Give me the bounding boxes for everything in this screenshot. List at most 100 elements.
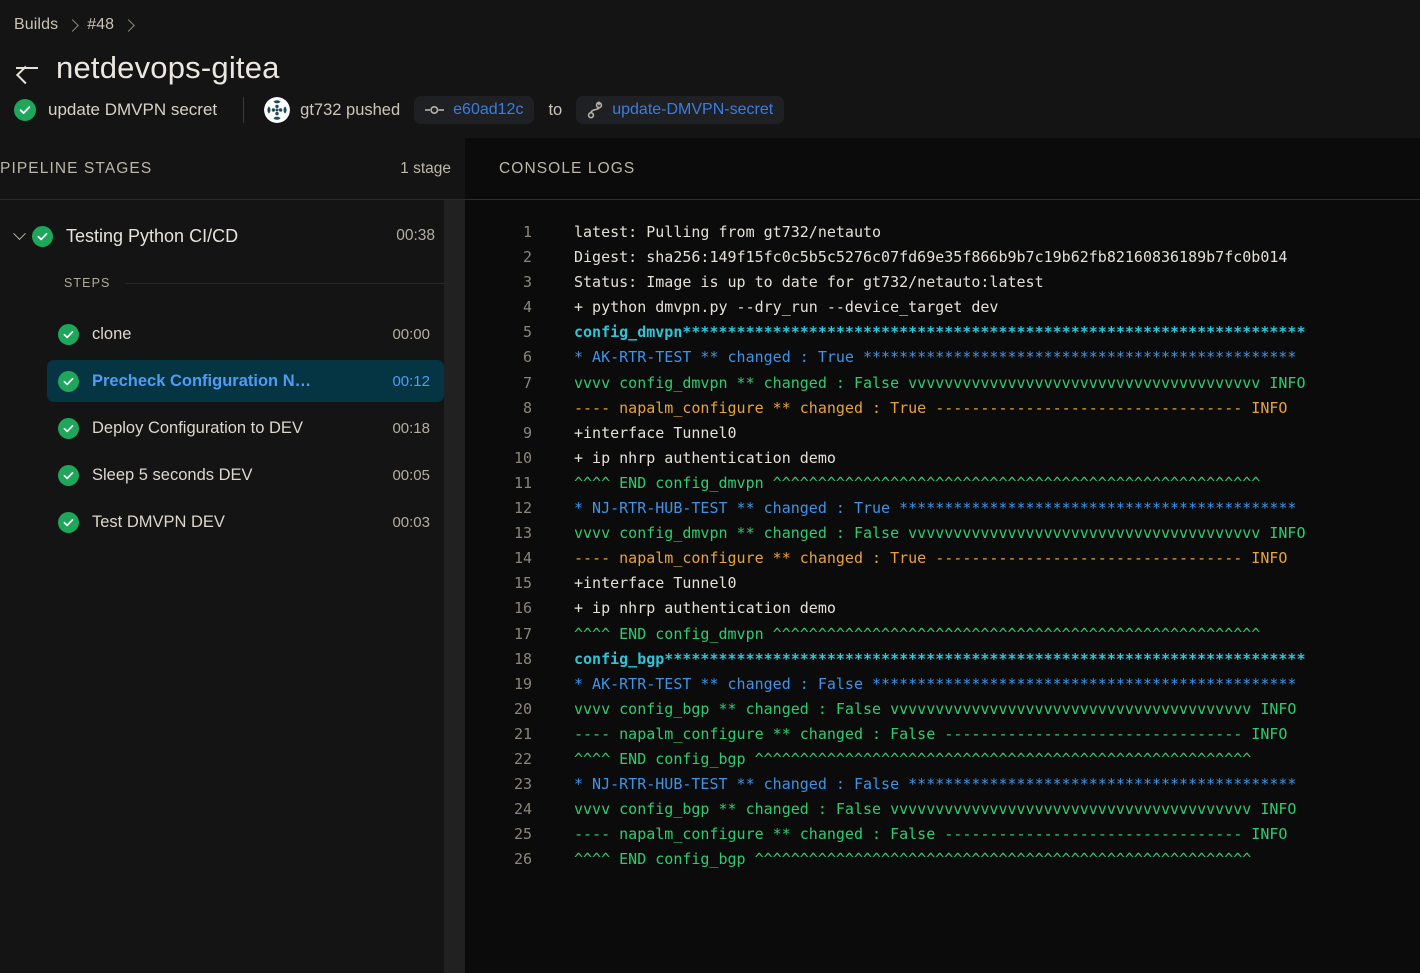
chevron-right-icon bbox=[68, 21, 77, 30]
console-line-number: 14 bbox=[465, 546, 550, 571]
console-logs-title: CONSOLE LOGS bbox=[499, 160, 635, 178]
stage-name: Testing Python CI/CD bbox=[66, 226, 396, 247]
step-row[interactable]: clone00:00 bbox=[47, 313, 444, 355]
console-line-text: * AK-RTR-TEST ** changed : False *******… bbox=[550, 672, 1420, 697]
steps-section-label: STEPS bbox=[0, 266, 465, 300]
console-log-line: 9+interface Tunnel0 bbox=[465, 421, 1420, 446]
commit-hash: e60ad12c bbox=[453, 101, 523, 119]
step-duration: 00:12 bbox=[392, 373, 430, 390]
build-status-success-icon bbox=[14, 99, 36, 121]
branch-name: update-DMVPN-secret bbox=[612, 101, 773, 119]
console-line-number: 26 bbox=[465, 847, 550, 872]
console-log-line: 19* AK-RTR-TEST ** changed : False *****… bbox=[465, 672, 1420, 697]
stage-row[interactable]: Testing Python CI/CD 00:38 bbox=[0, 212, 465, 260]
console-log-line: 2Digest: sha256:149f15fc0c5b5c5276c07fd6… bbox=[465, 245, 1420, 270]
console-log-line: 11^^^^ END config_dmvpn ^^^^^^^^^^^^^^^^… bbox=[465, 471, 1420, 496]
console-line-text: config_dmvpn****************************… bbox=[550, 320, 1420, 345]
step-list: clone00:00 Precheck Configuration N…00:12… bbox=[0, 300, 465, 543]
console-line-text: latest: Pulling from gt732/netauto bbox=[550, 220, 1420, 245]
console-line-text: vvvv config_dmvpn ** changed : False vvv… bbox=[550, 371, 1420, 396]
console-log-line: 5config_dmvpn***************************… bbox=[465, 320, 1420, 345]
commit-message: update DMVPN secret bbox=[48, 100, 217, 120]
console-log-line: 20vvvv config_bgp ** changed : False vvv… bbox=[465, 697, 1420, 722]
main-body: PIPELINE STAGES 1 stage Testing Python C… bbox=[0, 138, 1420, 973]
console-line-text: ---- napalm_configure ** changed : True … bbox=[550, 546, 1420, 571]
console-line-text: vvvv config_bgp ** changed : False vvvvv… bbox=[550, 797, 1420, 822]
console-line-number: 23 bbox=[465, 772, 550, 797]
steps-divider bbox=[125, 283, 452, 284]
console-line-text: ---- napalm_configure ** changed : False… bbox=[550, 722, 1420, 747]
console-line-text: * AK-RTR-TEST ** changed : True ********… bbox=[550, 345, 1420, 370]
stage-duration: 00:38 bbox=[396, 227, 435, 245]
console-log-line: 4+ python dmvpn.py --dry_run --device_ta… bbox=[465, 295, 1420, 320]
console-line-text: config_bgp******************************… bbox=[550, 647, 1420, 672]
console-log-output[interactable]: 1latest: Pulling from gt732/netauto2Dige… bbox=[465, 200, 1420, 973]
console-line-text: * NJ-RTR-HUB-TEST ** changed : True ****… bbox=[550, 496, 1420, 521]
console-log-line: 22^^^^ END config_bgp ^^^^^^^^^^^^^^^^^^… bbox=[465, 747, 1420, 772]
build-page: Builds #48 netdevops-gitea update DMVPN … bbox=[0, 0, 1420, 973]
console-logs-panel: CONSOLE LOGS 1latest: Pulling from gt732… bbox=[465, 138, 1420, 973]
console-line-text: +interface Tunnel0 bbox=[550, 571, 1420, 596]
console-log-line: 17^^^^ END config_dmvpn ^^^^^^^^^^^^^^^^… bbox=[465, 622, 1420, 647]
console-line-number: 4 bbox=[465, 295, 550, 320]
console-line-number: 3 bbox=[465, 270, 550, 295]
console-log-line: 1latest: Pulling from gt732/netauto bbox=[465, 220, 1420, 245]
console-line-text: ^^^^ END config_bgp ^^^^^^^^^^^^^^^^^^^^… bbox=[550, 747, 1420, 772]
console-log-line: 13vvvv config_dmvpn ** changed : False v… bbox=[465, 521, 1420, 546]
pusher-name: gt732 pushed bbox=[300, 101, 400, 120]
console-log-line: 7vvvv config_dmvpn ** changed : False vv… bbox=[465, 371, 1420, 396]
console-log-line: 16+ ip nhrp authentication demo bbox=[465, 596, 1420, 621]
console-line-number: 19 bbox=[465, 672, 550, 697]
console-line-number: 6 bbox=[465, 345, 550, 370]
back-arrow-icon[interactable] bbox=[14, 55, 40, 81]
step-name: Test DMVPN DEV bbox=[92, 513, 392, 532]
step-status-success-icon bbox=[58, 418, 79, 439]
step-row[interactable]: Deploy Configuration to DEV00:18 bbox=[47, 407, 444, 449]
console-line-number: 25 bbox=[465, 822, 550, 847]
step-status-success-icon bbox=[58, 512, 79, 533]
console-line-text: ^^^^ END config_bgp ^^^^^^^^^^^^^^^^^^^^… bbox=[550, 847, 1420, 872]
console-line-number: 8 bbox=[465, 396, 550, 421]
step-row[interactable]: Sleep 5 seconds DEV00:05 bbox=[47, 454, 444, 496]
breadcrumb-item-builds[interactable]: Builds bbox=[14, 16, 58, 34]
to-label: to bbox=[548, 101, 562, 120]
chevron-down-icon[interactable] bbox=[6, 232, 32, 241]
console-line-text: + ip nhrp authentication demo bbox=[550, 446, 1420, 471]
console-line-text: ^^^^ END config_dmvpn ^^^^^^^^^^^^^^^^^^… bbox=[550, 471, 1420, 496]
console-log-line: 25---- napalm_configure ** changed : Fal… bbox=[465, 822, 1420, 847]
step-status-success-icon bbox=[58, 371, 79, 392]
step-row[interactable]: Precheck Configuration N…00:12 bbox=[47, 360, 444, 402]
breadcrumb-item-build-number[interactable]: #48 bbox=[87, 16, 114, 34]
pipeline-stages-header: PIPELINE STAGES 1 stage bbox=[0, 138, 465, 200]
console-log-line: 23* NJ-RTR-HUB-TEST ** changed : False *… bbox=[465, 772, 1420, 797]
console-line-number: 17 bbox=[465, 622, 550, 647]
console-line-text: + ip nhrp authentication demo bbox=[550, 596, 1420, 621]
step-status-success-icon bbox=[58, 324, 79, 345]
console-line-number: 20 bbox=[465, 697, 550, 722]
console-line-number: 21 bbox=[465, 722, 550, 747]
console-line-text: vvvv config_bgp ** changed : False vvvvv… bbox=[550, 697, 1420, 722]
console-line-number: 5 bbox=[465, 320, 550, 345]
branch-pill[interactable]: update-DMVPN-secret bbox=[576, 96, 784, 124]
commit-hash-pill[interactable]: e60ad12c bbox=[414, 96, 534, 124]
console-line-number: 7 bbox=[465, 371, 550, 396]
step-row[interactable]: Test DMVPN DEV00:03 bbox=[47, 501, 444, 543]
console-line-text: vvvv config_dmvpn ** changed : False vvv… bbox=[550, 521, 1420, 546]
title-row: netdevops-gitea bbox=[0, 40, 1420, 92]
console-line-number: 10 bbox=[465, 446, 550, 471]
console-line-number: 12 bbox=[465, 496, 550, 521]
pipeline-stages-panel: PIPELINE STAGES 1 stage Testing Python C… bbox=[0, 138, 465, 973]
chevron-right-icon bbox=[124, 21, 133, 30]
console-log-line: 10+ ip nhrp authentication demo bbox=[465, 446, 1420, 471]
step-duration: 00:00 bbox=[392, 326, 430, 343]
console-line-number: 16 bbox=[465, 596, 550, 621]
step-name: Deploy Configuration to DEV bbox=[92, 419, 392, 438]
console-log-line: 24vvvv config_bgp ** changed : False vvv… bbox=[465, 797, 1420, 822]
stage-count: 1 stage bbox=[400, 160, 451, 178]
step-duration: 00:18 bbox=[392, 420, 430, 437]
console-log-line: 18config_bgp****************************… bbox=[465, 647, 1420, 672]
sidebar-scrollbar[interactable] bbox=[444, 200, 465, 973]
console-logs-header: CONSOLE LOGS bbox=[465, 138, 1420, 200]
pipeline-stages-title: PIPELINE STAGES bbox=[0, 160, 152, 178]
console-line-number: 15 bbox=[465, 571, 550, 596]
